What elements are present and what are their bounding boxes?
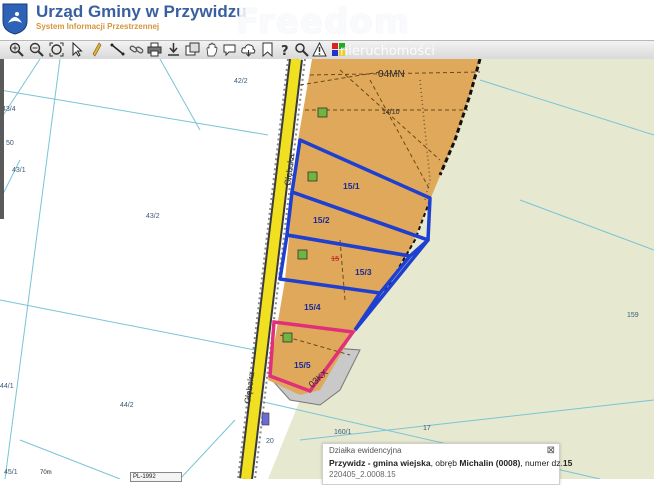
scale-bar-label: 70m [40, 470, 52, 476]
layers-icon[interactable] [185, 42, 200, 57]
label-44-2: 44/2 [120, 402, 134, 409]
label-20: 20 [266, 438, 274, 445]
download-icon[interactable] [166, 42, 181, 57]
pan-icon[interactable] [204, 42, 219, 57]
close-icon[interactable]: ⊠ [547, 446, 555, 456]
label-43-4: 43/4 [2, 106, 16, 113]
crs-select[interactable]: PL-1992 [130, 472, 182, 482]
label-15-4: 15/4 [304, 302, 321, 312]
watermark-main: Freedom [236, 2, 411, 42]
help-icon[interactable]: ? [278, 42, 293, 57]
label-14-10: 14/10 [382, 109, 400, 116]
label-50: 50 [6, 140, 14, 147]
popup-numer-label: , numer dz. [520, 458, 563, 468]
label-15-3: 15/3 [355, 267, 372, 277]
label-17: 17 [423, 425, 431, 432]
popup-parcel-id: 220405_2.0008.15 [329, 470, 396, 479]
bookmark-icon[interactable] [260, 42, 275, 57]
popup-obreb-label: , obręb [430, 458, 460, 468]
watermark-sub: nieruchomości [340, 44, 435, 59]
measure-line-icon[interactable] [110, 42, 125, 57]
coat-of-arms-logo [2, 3, 28, 35]
poi-marker [261, 412, 270, 426]
zoom-in-icon[interactable] [9, 42, 24, 57]
label-15-2: 15/2 [313, 215, 330, 225]
info-icon[interactable] [90, 42, 105, 57]
popup-title: Działka ewidencyjna [329, 446, 402, 455]
warning-icon[interactable] [312, 42, 327, 57]
map-canvas[interactable]: 42/2 43/4 50 43/1 43/2 44/1 44/2 45/1 20… [0, 59, 654, 479]
popup-gmina: Przywidz - gmina wiejska [329, 458, 431, 468]
popup-numer: 15 [562, 458, 573, 468]
label-45-1: 45/1 [4, 469, 18, 476]
zoom-extent-icon[interactable] [49, 42, 64, 57]
label-15-1: 15/1 [343, 181, 360, 191]
cloud-icon[interactable] [241, 42, 256, 57]
label-43-1: 43/1 [12, 167, 26, 174]
svg-text:?: ? [281, 44, 289, 57]
label-15-strike: 15 [331, 254, 339, 263]
print-icon[interactable] [147, 42, 162, 57]
select-arrow-icon[interactable] [70, 42, 85, 57]
zoom-out-icon[interactable] [29, 42, 44, 57]
label-44-1: 44/1 [0, 383, 14, 390]
link-icon[interactable] [129, 42, 144, 57]
app-title: Urząd Gminy w Przywidzu [36, 2, 247, 21]
label-160-1: 160/1 [334, 429, 352, 436]
sidebar-collapse-handle[interactable] [0, 59, 4, 219]
popup-obreb: Michalin (0008) [459, 458, 521, 468]
label-42-2: 42/2 [234, 78, 248, 85]
map-toolbar: ? [0, 40, 654, 60]
label-43-2: 43/2 [146, 213, 160, 220]
label-159: 159 [627, 312, 639, 319]
label-15-5: 15/5 [294, 360, 311, 370]
app-subtitle: System Informacji Przestrzennej [36, 22, 160, 31]
search-icon[interactable] [294, 42, 309, 57]
popup-parcel-details: Przywidz - gmina wiejska, obręb Michalin… [329, 458, 572, 468]
label-04mn: 04MN [378, 69, 405, 80]
speech-icon[interactable] [222, 42, 237, 57]
